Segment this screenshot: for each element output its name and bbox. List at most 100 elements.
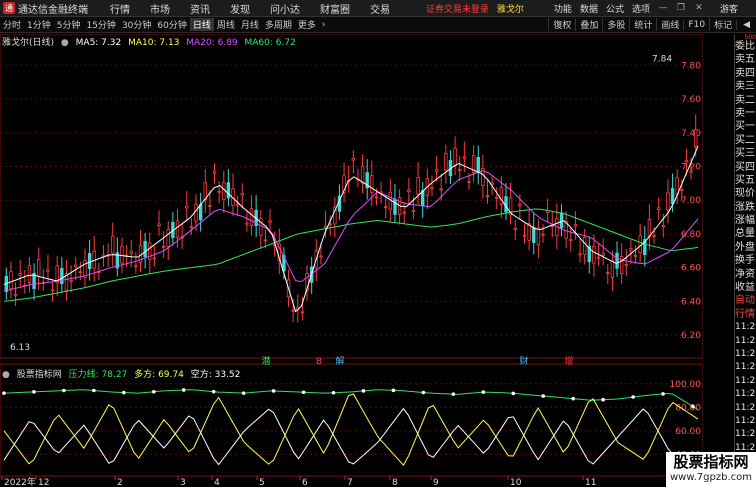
candle-body [69, 280, 73, 282]
app-logo-icon: 通 [3, 2, 15, 14]
pressure-dot [361, 389, 366, 393]
candle-body [217, 190, 221, 193]
quote-panel: 500 委比 卖五 卖四 卖三 卖二 卖一 买一 买二 买三 买四 买五 现价 涨跌 涨幅 总量 外盘 换手 净资… [734, 34, 756, 487]
quote-field-label: 涨幅 [735, 215, 755, 227]
short-side-legend: 空方: 33.52 [190, 370, 241, 380]
candle-body [522, 234, 527, 237]
price-tick-label: 6.20 [681, 331, 701, 341]
period-daily[interactable]: 日线 [189, 18, 214, 31]
period-more[interactable]: 更多 [295, 18, 319, 31]
period-5min[interactable]: 5分钟 [54, 18, 84, 31]
candle-body [351, 157, 356, 161]
menu-item-formula[interactable]: 公式 [602, 2, 628, 15]
tool-draw[interactable]: 画线 [656, 18, 683, 31]
menu-item-market[interactable]: 市场 [140, 1, 180, 16]
candle-body [222, 182, 226, 201]
candle-body [166, 229, 170, 247]
minimize-icon[interactable]: — [654, 3, 672, 13]
date-label: 9 [433, 478, 439, 487]
quote-field-label: 自动 [735, 295, 755, 307]
quote-field-label: 买三 [735, 148, 755, 160]
close-icon[interactable]: ✕ [690, 3, 708, 13]
stock-legend-label: 雅戈尔(日线) [2, 38, 55, 48]
candle-body [559, 212, 564, 229]
candle-body [83, 260, 87, 278]
tool-f10[interactable]: F10 [683, 19, 709, 30]
period-15min[interactable]: 15分钟 [83, 18, 118, 31]
candle-body [633, 254, 638, 257]
candle-body [596, 256, 601, 259]
period-30min[interactable]: 30分钟 [119, 18, 154, 31]
period-weekly[interactable]: 周线 [214, 18, 238, 31]
candle-body [444, 152, 448, 171]
candle-body [430, 187, 434, 189]
period-intraday[interactable]: 分时 [0, 18, 24, 31]
pressure-dot [451, 392, 456, 396]
event-marks: 潜B解财增 [261, 355, 573, 367]
candle-body [601, 253, 605, 256]
candle-body [300, 311, 305, 314]
candle-body [439, 188, 443, 191]
candle-body [370, 175, 374, 193]
restore-icon[interactable]: ❐ [672, 3, 690, 13]
date-label: 12 [38, 478, 49, 487]
tool-mark[interactable]: 标记 [709, 18, 736, 31]
menu-item-options[interactable]: 选项 [628, 2, 654, 15]
quote-field-label: 买五 [735, 174, 755, 186]
candle-body [666, 192, 670, 211]
pressure-dot [631, 395, 635, 399]
menu-item-quotes[interactable]: 行情 [100, 1, 140, 16]
candle-body [161, 245, 166, 248]
tick-time: 11:29 [735, 362, 756, 373]
tick-time: 11:29 [735, 429, 756, 440]
guest-label[interactable]: 游客 [720, 2, 738, 15]
period-multi[interactable]: 多周期 [262, 18, 295, 31]
ma5-legend: MA5: 7.32 [75, 38, 122, 48]
candle-body [120, 245, 124, 264]
ma60-legend: MA60: 6.72 [244, 38, 296, 48]
price-legend: 雅戈尔(日线) ● MA5: 7.32 MA10: 7.13 MA20: 6.8… [2, 35, 300, 48]
menu-item-data[interactable]: 数据 [576, 2, 602, 15]
panel-toggle-icon[interactable]: ◀ [736, 19, 756, 30]
period-60min[interactable]: 60分钟 [154, 18, 189, 31]
candle-body [360, 165, 365, 184]
menu-item-function[interactable]: 功能 [550, 2, 576, 15]
menu-item-wealth[interactable]: 财富圈 [310, 1, 360, 16]
period-1min[interactable]: 1分钟 [24, 18, 54, 31]
candle-body [134, 264, 138, 267]
menu-item-ask[interactable]: 问小达 [260, 1, 310, 16]
candle-body [194, 203, 198, 222]
candle-body [46, 269, 50, 272]
tool-multi-stock[interactable]: 多股 [602, 18, 629, 31]
tool-overlay[interactable]: 叠加 [575, 18, 602, 31]
pressure-dot [2, 391, 6, 395]
candle-body [13, 293, 18, 296]
kline-chart[interactable]: 7.807.607.407.207.006.806.606.406.20 100… [0, 34, 703, 487]
indicator-settings-icon[interactable]: ● [2, 370, 10, 380]
candle-body [652, 235, 656, 237]
quote-field-label: 现价 [735, 188, 755, 200]
menu-item-news[interactable]: 资讯 [180, 1, 220, 16]
menu-item-trade[interactable]: 交易 [360, 1, 400, 16]
date-label: 7 [347, 478, 353, 487]
candle-body [536, 227, 541, 246]
pressure-dot [511, 391, 516, 396]
candle-body [152, 257, 157, 260]
price-tick-label: 7.80 [681, 61, 701, 71]
price-tick-label: 7.60 [681, 95, 701, 105]
menu-item-discover[interactable]: 发现 [220, 1, 260, 16]
candle-body [157, 223, 161, 226]
login-status[interactable]: 证券交易未登录 [426, 2, 489, 15]
period-monthly[interactable]: 月线 [238, 18, 262, 31]
candle-body [268, 220, 272, 223]
candle-body [37, 259, 41, 277]
candle-body [263, 239, 268, 242]
tool-stats[interactable]: 统计 [629, 18, 656, 31]
candle-body [513, 227, 517, 230]
tool-adjust[interactable]: 復权 [548, 18, 575, 31]
date-label: 6 [302, 478, 308, 487]
more-arrow-icon[interactable]: › [319, 20, 329, 30]
candle-body [499, 187, 504, 205]
pressure-dot [391, 388, 396, 393]
settings-dot-icon[interactable]: ● [61, 38, 69, 48]
